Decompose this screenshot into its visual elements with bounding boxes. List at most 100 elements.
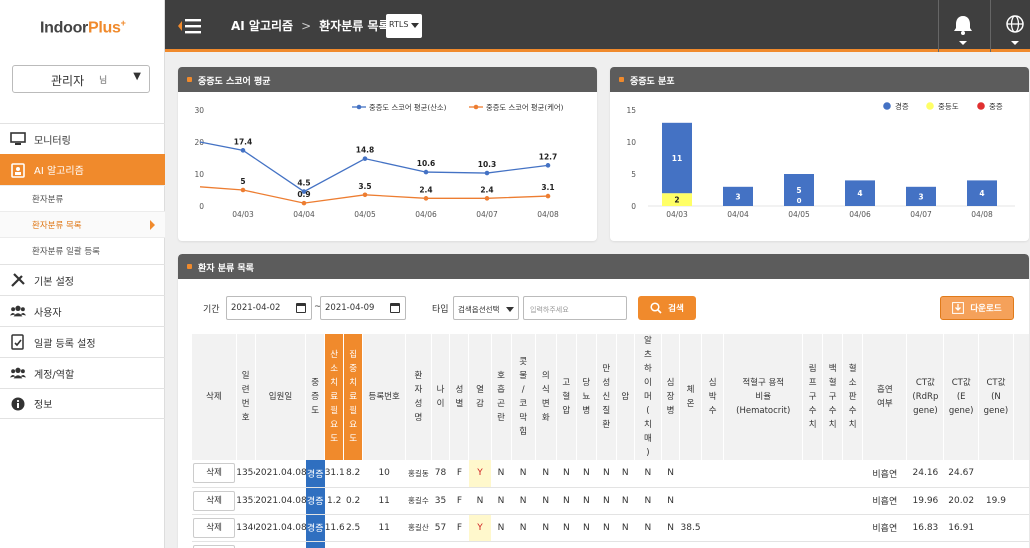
mode-select[interactable]: RTLS <box>386 14 422 38</box>
download-button[interactable]: 다운로드 <box>940 296 1014 320</box>
cell-rhin: N <box>511 487 536 515</box>
table-row[interactable]: 삭제13392021.04.08경증71.511홍길순51MNNNNNNNNNN… <box>192 541 1029 548</box>
header-divider <box>990 0 991 52</box>
cell-hct <box>723 460 803 488</box>
cell-ckd: N <box>596 487 617 515</box>
data-label: 10.6 <box>417 159 436 168</box>
column-header: 성별 <box>449 334 470 460</box>
type-select[interactable]: 검색옵션선택 <box>453 296 519 320</box>
cell-cons: N <box>535 487 557 515</box>
search-input[interactable]: 입력하주세요 <box>523 296 627 320</box>
cell-rhin: N <box>511 460 536 488</box>
y-tick-label: 10 <box>194 170 204 179</box>
sidebar-item-ai-algorithm[interactable]: AI 알고리즘 <box>0 154 165 185</box>
caret-right-icon <box>150 220 155 230</box>
score-line-chart: 010203004/03 04/04 04/05 04/06 04/07 04/0817.… <box>194 103 563 219</box>
cell-age: 35 <box>431 487 450 515</box>
cell-delete: 삭제 <box>192 460 237 488</box>
x-tick-label: 04/08 <box>537 210 559 219</box>
cell-dm: N <box>576 541 597 548</box>
delete-button[interactable]: 삭제 <box>193 490 236 511</box>
admin-name: 관리자 <box>51 74 85 88</box>
cell-extra <box>1013 487 1029 515</box>
bar-label: 0 <box>797 197 802 205</box>
submenu-patient-class-bulk[interactable]: 환자분류 일괄 등록 <box>0 237 165 263</box>
sidebar-item-label: 계정/역할 <box>34 369 75 381</box>
breadcrumb-current: 환자분류 목록 <box>319 19 390 33</box>
cell-ct3: 19.9 <box>978 487 1014 515</box>
data-label: 17.4 <box>234 137 253 146</box>
header-divider <box>938 0 939 52</box>
cell-hr <box>701 460 724 488</box>
search-button[interactable]: 검색 <box>638 296 696 320</box>
admin-select[interactable]: 관리자 님 ▼ <box>12 65 150 93</box>
cell-dm: N <box>576 514 597 542</box>
cell-date: 2021.04.08 <box>255 460 306 488</box>
date-from-input[interactable]: 2021-04-02 <box>226 296 312 320</box>
legend-label: 중증 <box>989 102 1003 111</box>
bell-icon[interactable] <box>951 14 975 46</box>
delete-button[interactable]: 삭제 <box>193 544 236 548</box>
table-row[interactable]: 삭제13402021.04.08경증11.62.511홍길산57FYNNNNNN… <box>192 514 1029 542</box>
panel-title: 중증도 분포 <box>610 67 1029 92</box>
data-label: 14.8 <box>356 146 375 155</box>
column-header: 산소치료필요도 <box>324 334 345 460</box>
submenu-patient-class[interactable]: 환자분류 <box>0 185 165 211</box>
y-tick-label: 30 <box>194 106 204 115</box>
cell-fever: N <box>468 541 492 548</box>
sidebar-item-users[interactable]: 사용자 <box>0 295 165 326</box>
calendar-icon[interactable] <box>390 303 400 313</box>
cell-dysp: N <box>491 514 512 542</box>
data-label: 2.4 <box>419 185 432 194</box>
submenu-patient-class-list[interactable]: 환자분류 목록 <box>0 211 165 237</box>
breadcrumb-ai[interactable]: AI 알고리즘 <box>231 19 293 33</box>
x-tick-label: 04/04 <box>727 210 749 219</box>
table-row[interactable]: 삭제13532021.04.08경증1.20.211홍길수35FNNNNNNNN… <box>192 487 1029 515</box>
data-point <box>240 187 246 193</box>
delete-button[interactable]: 삭제 <box>193 463 236 484</box>
x-tick-label: 04/05 <box>788 210 810 219</box>
date-to-input[interactable]: 2021-04-09 <box>320 296 406 320</box>
globe-icon[interactable] <box>1003 14 1027 46</box>
data-label: 5 <box>240 177 245 186</box>
sidebar-item-bulk-register[interactable]: 일괄 등록 설정 <box>0 326 165 357</box>
column-header: 암 <box>616 334 635 460</box>
sidebar-item-monitoring[interactable]: 모니터링 <box>0 123 165 154</box>
cell-ct3: 34.78 <box>978 541 1014 548</box>
cell-htn: N <box>556 460 577 488</box>
menu-toggle-icon[interactable] <box>177 16 203 36</box>
cell-fever: Y <box>468 514 492 542</box>
x-tick-label: 04/07 <box>476 210 498 219</box>
legend-label: 중증도 스코어 평균(산소) <box>369 103 447 112</box>
table-row[interactable]: 삭제13542021.04.08경증31.18.210홍길동78FYNNNNNN… <box>192 460 1029 488</box>
cell-heart: N <box>661 541 680 548</box>
sidebar-item-basic-settings[interactable]: 기본 설정 <box>0 264 165 295</box>
download-icon <box>952 302 965 314</box>
y-tick-label: 15 <box>626 106 636 115</box>
severity-distribution-panel: 중증도 분포 0 5 10 15 04/03 2 11 04/04 3 04/05 5 0 04/06 4… <box>610 67 1029 241</box>
cell-o2: 31.1 <box>324 460 344 488</box>
data-point <box>423 169 429 175</box>
search-button-label: 검색 <box>668 304 684 314</box>
patient-table: 삭제 일 련 번 호 입원일 중 증 도 산 소 치 료 필 요 도 집 중 치 료 필 요 도 등록번호 환 자 성 명 나 이 성 별 열 감… <box>192 334 1029 548</box>
column-header: 삭제 <box>192 334 237 460</box>
cell-name: 홍길순 <box>405 541 432 548</box>
cell-reg: 10 <box>362 460 406 488</box>
sidebar-item-label: 모니터링 <box>34 135 71 147</box>
type-label: 타입 <box>432 305 449 315</box>
delete-button[interactable]: 삭제 <box>193 517 236 538</box>
sidebar-item-account-role[interactable]: 계정/역할 <box>0 357 165 388</box>
x-tick-label: 04/08 <box>971 210 993 219</box>
data-label: 12.7 <box>539 152 558 161</box>
cell-temp <box>679 460 702 488</box>
cell-lym <box>802 460 823 488</box>
cell-htn: N <box>556 487 577 515</box>
logo[interactable]: IndoorPlus+ <box>40 18 126 37</box>
sidebar-item-info[interactable]: 정보 <box>0 388 165 419</box>
bar-label: 3 <box>918 192 923 201</box>
x-tick-label: 04/07 <box>910 210 932 219</box>
cell-plt <box>842 460 863 488</box>
calendar-icon[interactable] <box>296 303 306 313</box>
bar-label: 5 <box>796 186 801 195</box>
data-label: 10.3 <box>478 160 497 169</box>
